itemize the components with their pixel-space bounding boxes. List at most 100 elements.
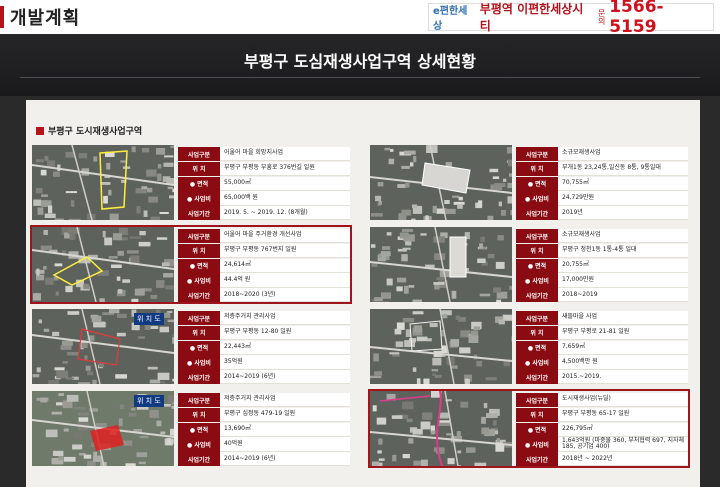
info-row-cost: ● 사업비 44.4억 원	[178, 273, 350, 288]
location-label: 위 치	[178, 407, 220, 422]
aerial-map-image[interactable]	[370, 227, 512, 302]
info-row-period: 사업기간 2014~2019 (6년)	[178, 370, 350, 385]
promo-site-name: 부평역 이편한세상시티	[479, 2, 584, 33]
period-label: 사업기간	[516, 206, 558, 221]
project-type-value: 어울어 마을 회망지사업	[220, 147, 350, 162]
aerial-map-image[interactable]	[370, 309, 512, 384]
project-info-table: 사업구분 저층주거지 관리사업 위 치 부평구 십정동 479-19 일원 ● 면적 13…	[178, 393, 350, 467]
info-row-period: 사업기간 2019년	[516, 206, 688, 221]
period-value: 2018~2019	[558, 288, 688, 303]
project-type-value: 소규모재생사업	[558, 229, 688, 244]
info-row-cost: ● 사업비 1,643억원 (마중물 360, 부처협력 697, 지자체 185…	[516, 437, 688, 452]
info-row-project-type: 사업구분 소규모재생사업	[516, 147, 688, 162]
banner-title: 부평구 도심재생사업구역 상세현황	[244, 52, 476, 71]
cost-label: ● 사업비	[516, 355, 558, 370]
area-label: ● 면적	[516, 422, 558, 437]
project-info-table: 사업구분 어울어 마을 주거환경 개선사업 위 치 부평구 부평동 767번지 일원 ●…	[178, 229, 350, 303]
location-value: 부평구 청천1동 1통-4통 일대	[558, 243, 688, 258]
project-type-value: 저층주거지 관리사업	[220, 393, 350, 408]
info-row-area: ● 면적 22,443㎡	[178, 340, 350, 355]
project-info-table: 사업구분 도시재생사업(뉴딜) 위 치 부평구 부평동 65-17 일원 ● 면적 226…	[516, 393, 688, 467]
cost-value: 24,729만원	[558, 191, 688, 206]
section-title: 부평구 도시재생사업구역	[36, 124, 142, 137]
info-row-area: ● 면적 70,755㎡	[516, 176, 688, 191]
info-row-cost: ● 사업비 17,000만원	[516, 273, 688, 288]
promo-banner[interactable]: e편한세상 부평역 이편한세상시티 문의 1566-5159	[428, 0, 714, 37]
cost-value: 40억원	[220, 437, 350, 452]
area-value: 13,690㎡	[220, 422, 350, 437]
location-map-tag: 위 치 도	[134, 313, 164, 325]
info-row-area: ● 면적 55,000㎡	[178, 176, 350, 191]
title-accent-bar	[0, 6, 4, 28]
promo-brand-logo: e편한세상	[433, 6, 468, 32]
location-label: 위 치	[178, 325, 220, 340]
area-value: 20,755㎡	[558, 258, 688, 273]
aerial-map-image[interactable]	[32, 227, 174, 302]
info-row-period: 사업기간 2015.~2019.	[516, 370, 688, 385]
cost-value: 65,000백 원	[220, 191, 350, 206]
aerial-map-image[interactable]	[32, 145, 174, 220]
project-card[interactable]: 사업구분 도시재생사업(뉴딜) 위 치 부평구 부평동 65-17 일원 ● 면적 226…	[368, 389, 690, 468]
project-type-value: 어울어 마을 주거환경 개선사업	[220, 229, 350, 244]
info-row-period: 사업기간 2018년 ~ 2022년	[516, 452, 688, 467]
area-value: 24,614㎡	[220, 258, 350, 273]
banner-divider	[20, 77, 700, 78]
aerial-map-image[interactable]	[370, 391, 512, 466]
aerial-map-image[interactable]: 위 치 도	[32, 309, 174, 384]
location-label: 위 치	[516, 243, 558, 258]
info-row-period: 사업기간 2018~2020 (3년)	[178, 288, 350, 303]
cost-label: ● 사업비	[178, 437, 220, 452]
cost-label: ● 사업비	[178, 191, 220, 206]
period-label: 사업기간	[516, 370, 558, 385]
area-label: ● 면적	[178, 340, 220, 355]
project-card[interactable]: 사업구분 어울어 마을 주거환경 개선사업 위 치 부평구 부평동 767번지 일원 ●…	[30, 225, 352, 304]
promo-phone-number[interactable]: 1566-5159	[609, 0, 709, 37]
location-label: 위 치	[516, 407, 558, 422]
project-info-table: 사업구분 저층주거지 관리사업 위 치 부평구 부평동 12-80 일원 ● 면적 22,…	[178, 311, 350, 385]
project-type-value: 새뜰마을 사업	[558, 311, 688, 326]
area-label: ● 면적	[516, 176, 558, 191]
area-label: ● 면적	[178, 422, 220, 437]
project-card[interactable]: 사업구분 소규모재생사업 위 치 부개1동 23,24통,일신동 8통, 9통일대 ● …	[370, 145, 688, 221]
project-card[interactable]: 사업구분 소규모재생사업 위 치 부평구 청천1동 1통-4통 일대 ● 면적 20,75…	[370, 227, 688, 303]
info-row-area: ● 면적 13,690㎡	[178, 422, 350, 437]
project-type-label: 사업구분	[178, 147, 220, 162]
aerial-map-image[interactable]	[370, 145, 512, 220]
page-title: 개발계획	[10, 8, 81, 29]
period-value: 2019. 5. ~ 2019. 12. (8개월)	[220, 206, 350, 221]
period-value: 2014~2019 (6년)	[220, 452, 350, 467]
info-row-cost: ● 사업비 65,000백 원	[178, 191, 350, 206]
project-type-label: 사업구분	[178, 229, 220, 244]
cost-value: 4,500백만 원	[558, 355, 688, 370]
period-value: 2018~2020 (3년)	[220, 288, 350, 303]
location-value: 부평구 십정동 479-19 일원	[220, 407, 350, 422]
period-label: 사업기간	[178, 288, 220, 303]
area-value: 7,659㎡	[558, 340, 688, 355]
location-value: 부개1동 23,24통,일신동 8통, 9통일대	[558, 161, 688, 176]
project-card[interactable]: 사업구분 새뜰마을 사업 위 치 부평구 부평로 21-81 일원 ● 면적 7,659㎡…	[370, 309, 688, 385]
area-label: ● 면적	[516, 340, 558, 355]
location-value: 부평구 부평동 65-17 일원	[558, 407, 688, 422]
cost-value: 1,643억원 (마중물 360, 부처협력 697, 지자체 185, 공기업…	[558, 437, 688, 452]
info-row-location: 위 치 부평구 부평로 21-81 일원	[516, 325, 688, 340]
period-value: 2015.~2019.	[558, 370, 688, 385]
aerial-map-image[interactable]: 위 치 도	[32, 391, 174, 466]
project-type-label: 사업구분	[178, 393, 220, 408]
cost-label: ● 사업비	[178, 273, 220, 288]
location-value: 부평구 부평동 767번지 일원	[220, 243, 350, 258]
info-row-project-type: 사업구분 어울어 마을 회망지사업	[178, 147, 350, 162]
section-title-text: 부평구 도시재생사업구역	[48, 127, 143, 137]
info-row-location: 위 치 부평구 십정동 479-19 일원	[178, 407, 350, 422]
project-card[interactable]: 위 치 도 사업구분 저층주거지 관리사업 위 치 부평구 부평동 12-80 일원 ● …	[32, 309, 350, 385]
project-card[interactable]: 사업구분 어울어 마을 회망지사업 위 치 부평구 부평동 부흥로 376번길 일원 ●…	[32, 145, 350, 221]
cost-label: ● 사업비	[178, 355, 220, 370]
project-type-label: 사업구분	[516, 311, 558, 326]
info-row-project-type: 사업구분 소규모재생사업	[516, 229, 688, 244]
project-type-value: 소규모재생사업	[558, 147, 688, 162]
period-label: 사업기간	[516, 288, 558, 303]
cost-value: 35억원	[220, 355, 350, 370]
location-value: 부평구 부평동 부흥로 376번길 일원	[220, 161, 350, 176]
project-card[interactable]: 위 치 도 사업구분 저층주거지 관리사업 위 치 부평구 십정동 479-19 일원 ●…	[32, 391, 350, 467]
period-value: 2014~2019 (6년)	[220, 370, 350, 385]
location-label: 위 치	[178, 243, 220, 258]
